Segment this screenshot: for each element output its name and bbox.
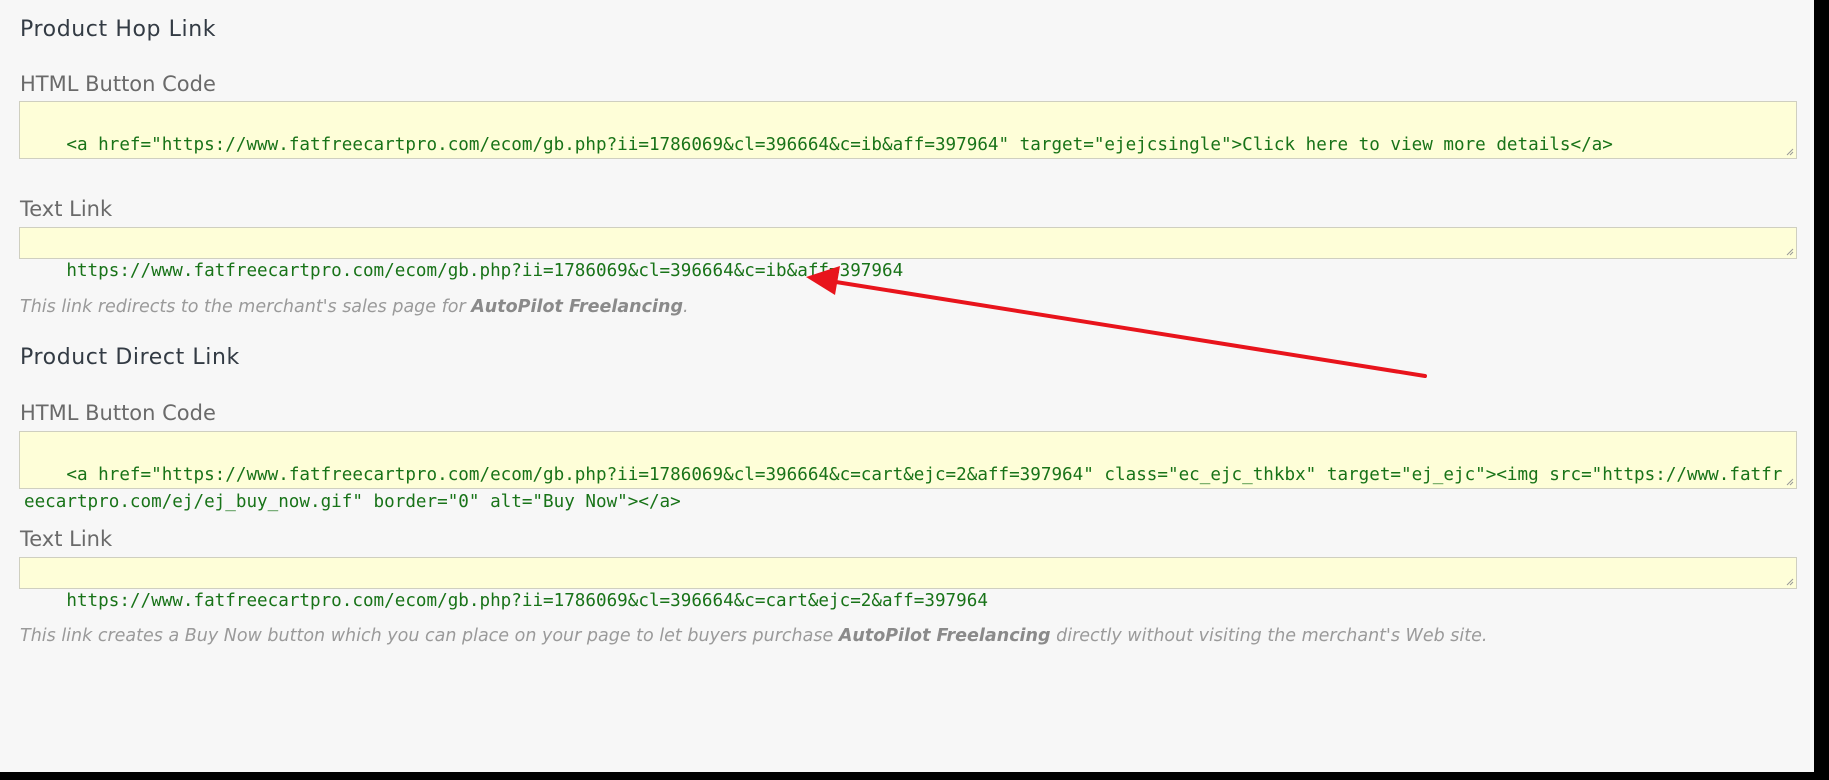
direct-text-link-text: https://www.fatfreecartpro.com/ecom/gb.p… bbox=[66, 591, 988, 611]
direct-html-code-text: <a href="https://www.fatfreecartpro.com/… bbox=[24, 465, 1783, 512]
hop-html-code-text: <a href="https://www.fatfreecartpro.com/… bbox=[66, 135, 1613, 155]
hop-text-link-textarea[interactable]: https://www.fatfreecartpro.com/ecom/gb.p… bbox=[19, 227, 1797, 281]
hop-link-note: This link redirects to the merchant's sa… bbox=[20, 297, 689, 317]
resize-grip-icon[interactable] bbox=[1784, 476, 1794, 486]
direct-text-link-textarea[interactable]: https://www.fatfreecartpro.com/ecom/gb.p… bbox=[19, 557, 1797, 611]
resize-grip-icon[interactable] bbox=[1784, 576, 1794, 586]
hop-html-code-textarea[interactable]: <a href="https://www.fatfreecartpro.com/… bbox=[19, 101, 1797, 159]
direct-text-link-label: Text Link bbox=[20, 527, 113, 551]
hop-text-link-label: Text Link bbox=[20, 197, 113, 221]
hop-text-link-text: https://www.fatfreecartpro.com/ecom/gb.p… bbox=[66, 261, 904, 281]
product-name: AutoPilot Freelancing bbox=[838, 626, 1051, 646]
product-name: AutoPilot Freelancing bbox=[471, 297, 683, 317]
resize-grip-icon[interactable] bbox=[1784, 146, 1794, 156]
direct-html-code-textarea[interactable]: <a href="https://www.fatfreecartpro.com/… bbox=[19, 431, 1797, 512]
direct-html-code-label: HTML Button Code bbox=[20, 401, 216, 425]
hop-link-title: Product Hop Link bbox=[20, 17, 217, 42]
affiliate-links-panel: Product Hop Link HTML Button Code <a hre… bbox=[0, 0, 1814, 772]
resize-grip-icon[interactable] bbox=[1784, 246, 1794, 256]
hop-html-code-label: HTML Button Code bbox=[20, 72, 216, 96]
direct-link-title: Product Direct Link bbox=[20, 345, 240, 370]
direct-link-note: This link creates a Buy Now button which… bbox=[20, 626, 1488, 646]
